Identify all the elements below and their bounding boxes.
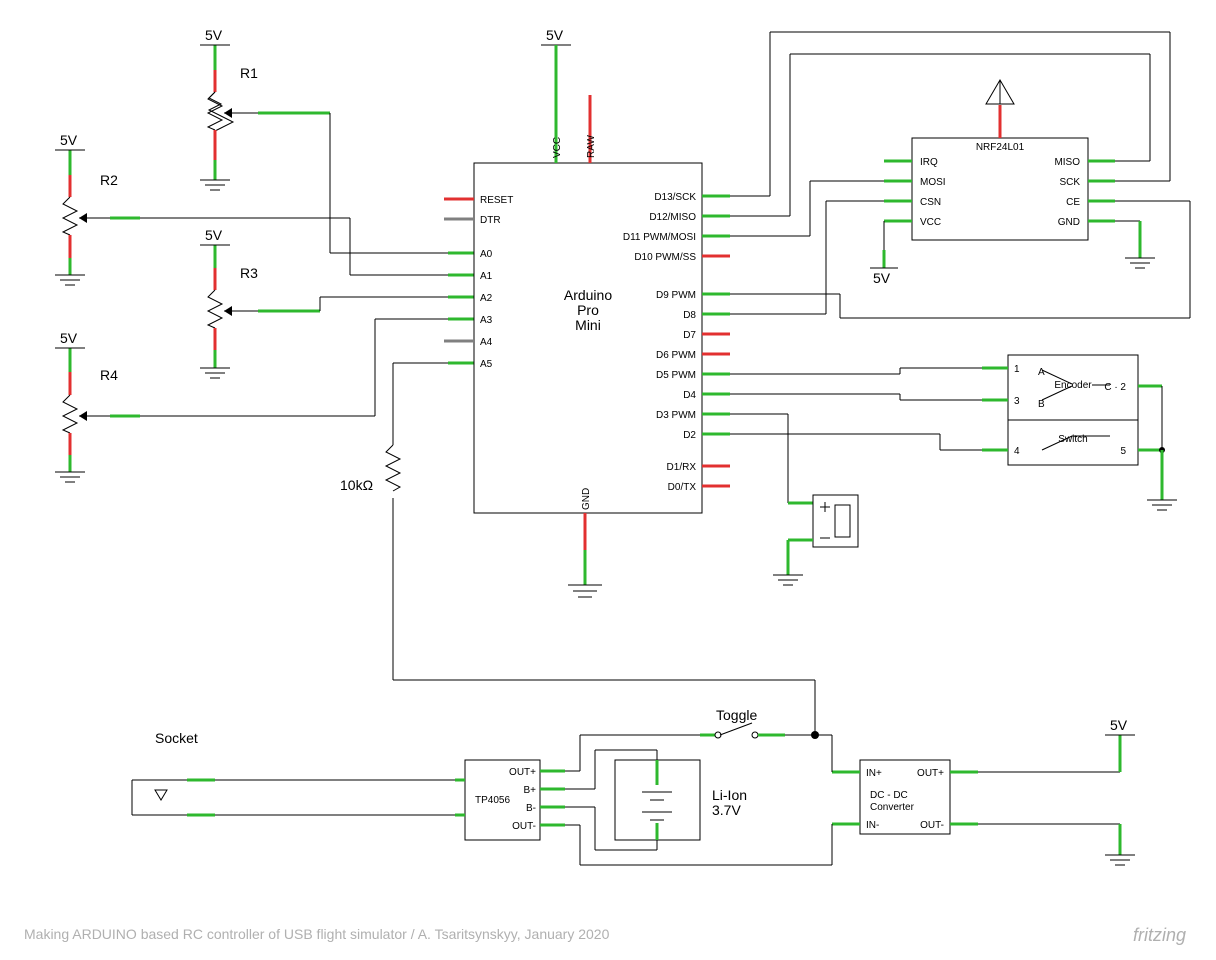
pin-dtr: DTR bbox=[480, 215, 501, 226]
nrf-csn: CSN bbox=[920, 197, 941, 208]
nrf-mosi: MOSI bbox=[920, 177, 946, 188]
dcdc-name-2: Converter bbox=[870, 802, 915, 813]
pin-gnd: GND bbox=[581, 488, 592, 510]
pin-d11: D11 PWM/MOSI bbox=[623, 232, 696, 243]
rotary-encoder: Encoder Switch 1 3 4 A B C · 2 5 bbox=[730, 355, 1177, 510]
pin-raw: RAW bbox=[586, 134, 597, 158]
svg-text:B-: B- bbox=[526, 803, 536, 814]
pin-d6: D6 PWM bbox=[656, 350, 696, 361]
encoder-label: Encoder bbox=[1054, 380, 1092, 391]
batt-name: Li-Ion bbox=[712, 787, 747, 803]
svg-text:B: B bbox=[1038, 399, 1045, 410]
nrf-vcc: VCC bbox=[920, 217, 941, 228]
pin-d0: D0/TX bbox=[668, 482, 697, 493]
buzzer bbox=[730, 414, 858, 585]
tp4056-label: TP4056 bbox=[475, 795, 510, 806]
svg-text:1: 1 bbox=[1014, 364, 1020, 375]
pin-d1: D1/RX bbox=[667, 462, 697, 473]
brand-label: fritzing bbox=[1133, 925, 1186, 946]
svg-text:OUT-: OUT- bbox=[512, 821, 536, 832]
svg-text:C · 2: C · 2 bbox=[1104, 382, 1126, 393]
pot-r3: 5V R3 bbox=[200, 227, 474, 378]
nrf-title: NRF24L01 bbox=[976, 142, 1025, 153]
nrf24l01-module: NRF24L01 IRQ MOSI CSN VCC MISO SCK CE GN… bbox=[730, 32, 1190, 318]
pin-a3: A3 bbox=[480, 315, 493, 326]
dcdc-5v: 5V bbox=[1110, 717, 1128, 733]
svg-text:A: A bbox=[1038, 367, 1045, 378]
pin-a5: A5 bbox=[480, 359, 493, 370]
svg-text:B+: B+ bbox=[523, 785, 536, 796]
svg-text:OUT+: OUT+ bbox=[917, 768, 944, 779]
svg-text:OUT+: OUT+ bbox=[509, 767, 536, 778]
pot-r1: 5V R1 bbox=[200, 27, 474, 253]
svg-text:IN+: IN+ bbox=[866, 768, 882, 779]
nrf-miso: MISO bbox=[1054, 157, 1080, 168]
pin-vcc: VCC bbox=[552, 137, 563, 158]
svg-text:IN-: IN- bbox=[866, 820, 879, 831]
dcdc-name-1: DC - DC bbox=[870, 790, 908, 801]
schematic: 5V R1 5V R3 bbox=[0, 0, 1216, 960]
pin-a4: A4 bbox=[480, 337, 493, 348]
pin-a2: A2 bbox=[480, 293, 493, 304]
arduino-5v: 5V bbox=[546, 27, 564, 43]
pulldown-resistor: 10kΩ bbox=[340, 363, 474, 680]
rail-5v-label-3: 5V bbox=[205, 227, 223, 243]
pot-r2: 5V R2 bbox=[55, 132, 474, 285]
arduino-name-3: Mini bbox=[575, 317, 601, 333]
pin-d12: D12/MISO bbox=[649, 212, 696, 223]
nrf-gnd: GND bbox=[1058, 217, 1080, 228]
pulldown-label: 10kΩ bbox=[340, 477, 373, 493]
pin-d8: D8 bbox=[683, 310, 696, 321]
arduino-pro-mini: Arduino Pro Mini VCC 5V RAW GND RESET DT… bbox=[444, 27, 730, 597]
socket-label: Socket bbox=[155, 730, 198, 746]
svg-text:3: 3 bbox=[1014, 396, 1020, 407]
pot-r2-label: R2 bbox=[100, 172, 118, 188]
pot-r4: 5V R4 bbox=[55, 319, 474, 482]
power-section: Socket TP4056 OUT+ B+ B- OUT- Li-Ion 3.7… bbox=[132, 680, 1135, 865]
pin-a1: A1 bbox=[480, 271, 493, 282]
pin-d7: D7 bbox=[683, 330, 696, 341]
pin-d9: D9 PWM bbox=[656, 290, 696, 301]
rail-5v-label: 5V bbox=[205, 27, 223, 43]
nrf-irq: IRQ bbox=[920, 157, 938, 168]
pot-r1-label: R1 bbox=[240, 65, 258, 81]
footer-caption: Making ARDUINO based RC controller of US… bbox=[24, 926, 609, 942]
pin-d5: D5 PWM bbox=[656, 370, 696, 381]
pin-d3: D3 PWM bbox=[656, 410, 696, 421]
nrf-5v: 5V bbox=[873, 270, 891, 286]
arduino-name-1: Arduino bbox=[564, 287, 612, 303]
rail-5v-label-2: 5V bbox=[60, 132, 78, 148]
rail-5v-label-4: 5V bbox=[60, 330, 78, 346]
pin-reset: RESET bbox=[480, 195, 513, 206]
arduino-name-2: Pro bbox=[577, 302, 599, 318]
pin-d4: D4 bbox=[683, 390, 696, 401]
svg-text:OUT-: OUT- bbox=[920, 820, 944, 831]
nrf-sck: SCK bbox=[1059, 177, 1080, 188]
batt-volt: 3.7V bbox=[712, 802, 741, 818]
pin-a0: A0 bbox=[480, 249, 493, 260]
pin-d2: D2 bbox=[683, 430, 696, 441]
pot-r4-label: R4 bbox=[100, 367, 118, 383]
toggle-label: Toggle bbox=[716, 707, 757, 723]
svg-text:5: 5 bbox=[1120, 446, 1126, 457]
pot-r3-label: R3 bbox=[240, 265, 258, 281]
svg-text:4: 4 bbox=[1014, 446, 1020, 457]
pin-d13: D13/SCK bbox=[654, 192, 696, 203]
nrf-ce: CE bbox=[1066, 197, 1080, 208]
pin-d10: D10 PWM/SS bbox=[634, 252, 696, 263]
